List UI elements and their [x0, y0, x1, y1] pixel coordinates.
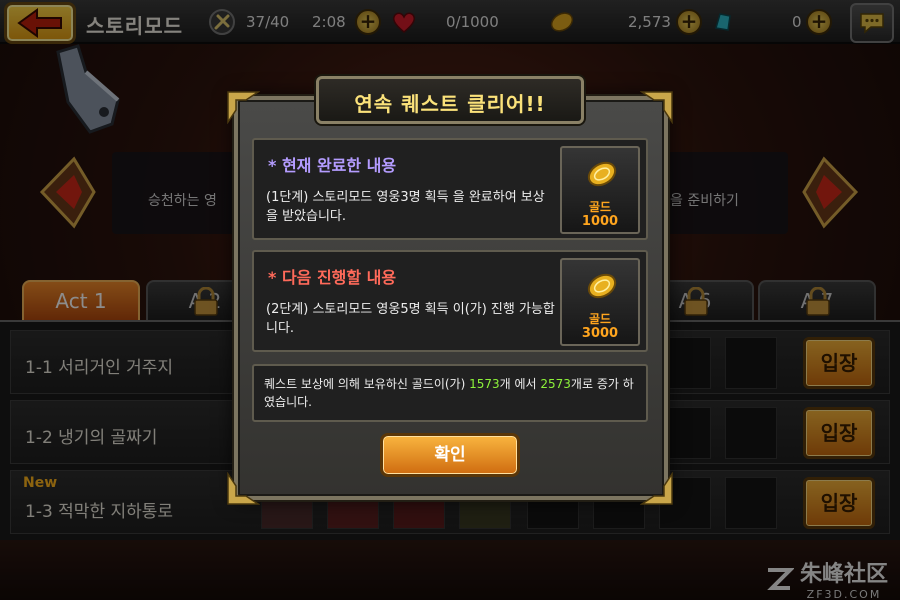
info-prefix: 퀘스트 보상에 의해 보유하신 골드이(가) — [264, 377, 470, 391]
completed-quest-panel: * 현재 완료한 내용 (1단계) 스토리모드 영웅3명 획득 을 완료하여 보… — [252, 138, 648, 240]
next-reward-label: 골드 — [588, 312, 612, 326]
corner-ornament-icon — [227, 91, 260, 124]
next-heading: * 다음 진행할 내용 — [268, 268, 397, 287]
completed-reward-box: 골드 1000 — [560, 146, 640, 234]
next-reward-amount: 3000 — [581, 326, 619, 341]
info-new-gold: 2573 — [540, 377, 571, 391]
next-quest-panel: * 다음 진행할 내용 (2단계) 스토리모드 영웅5명 획득 이(가) 진행 … — [252, 250, 648, 352]
gold-coin-icon — [587, 161, 617, 187]
info-old-gold: 1573 — [469, 377, 500, 391]
info-middle: 개 에서 — [499, 377, 541, 391]
completed-heading: * 현재 완료한 내용 — [268, 156, 397, 175]
next-reward-box: 골드 3000 — [560, 258, 640, 346]
dialog-title-plate: 연속 퀘스트 클리어!! — [316, 76, 584, 124]
completed-description: (1단계) 스토리모드 영웅3명 획득 을 완료하여 보상을 받았습니다. — [266, 190, 545, 224]
dialog-title: 연속 퀘스트 클리어!! — [354, 92, 546, 116]
completed-reward-amount: 1000 — [581, 214, 619, 229]
corner-ornament-icon — [640, 472, 673, 505]
corner-ornament-icon — [640, 91, 673, 124]
confirm-button[interactable]: 확인 — [380, 433, 520, 477]
next-description: (2단계) 스토리모드 영웅5명 획득 이(가) 진행 가능합니다. — [266, 302, 555, 336]
gold-change-info: 퀘스트 보상에 의해 보유하신 골드이(가) 1573개 에서 2573개로 증… — [252, 364, 648, 422]
gold-coin-icon — [587, 273, 617, 299]
completed-reward-label: 골드 — [588, 200, 612, 214]
corner-ornament-icon — [227, 472, 260, 505]
